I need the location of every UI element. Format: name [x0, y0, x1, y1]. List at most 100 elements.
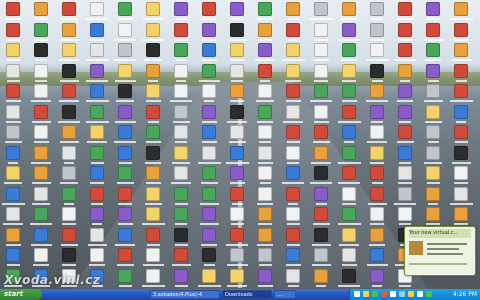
desktop-icon[interactable]: [6, 227, 20, 242]
desktop-icon[interactable]: [370, 166, 384, 180]
desktop-icon[interactable]: [370, 207, 384, 221]
desktop-icon[interactable]: [62, 145, 76, 160]
desktop-icon[interactable]: [202, 186, 216, 201]
desktop-icon[interactable]: [90, 84, 104, 98]
desktop-icon[interactable]: [286, 125, 300, 139]
desktop-icon[interactable]: [146, 43, 160, 57]
desktop-icon[interactable]: [90, 145, 104, 160]
tray-icon[interactable]: [390, 291, 396, 297]
desktop-icon[interactable]: [34, 43, 48, 57]
desktop-icon[interactable]: [342, 227, 356, 242]
tray-icon[interactable]: [408, 291, 414, 297]
desktop-icon[interactable]: [174, 186, 188, 201]
desktop-icon[interactable]: [258, 43, 272, 57]
desktop-icon[interactable]: [90, 227, 104, 242]
desktop-icon[interactable]: [202, 227, 216, 242]
desktop-icon[interactable]: [90, 22, 104, 37]
desktop-icon[interactable]: [258, 186, 272, 201]
desktop-icon[interactable]: [6, 207, 20, 221]
desktop-icon[interactable]: [370, 22, 384, 37]
desktop-icon[interactable]: [62, 227, 76, 242]
desktop-icon[interactable]: [146, 22, 160, 37]
desktop-icon[interactable]: [6, 125, 20, 139]
desktop-icon[interactable]: [258, 248, 272, 262]
desktop-icon[interactable]: [342, 207, 356, 221]
desktop-icon[interactable]: [454, 22, 468, 37]
desktop-icon[interactable]: [118, 22, 132, 37]
desktop-icon[interactable]: [286, 145, 300, 160]
desktop-icon[interactable]: [62, 104, 76, 119]
desktop-icon[interactable]: [90, 63, 104, 78]
desktop-icon[interactable]: [174, 248, 188, 262]
desktop-icon[interactable]: [118, 268, 132, 283]
desktop-icon[interactable]: [90, 104, 104, 119]
desktop-icon[interactable]: [314, 227, 328, 242]
desktop-icon[interactable]: [398, 2, 412, 16]
desktop-icon[interactable]: [34, 227, 48, 242]
desktop-icon[interactable]: [286, 186, 300, 201]
desktop-icon[interactable]: [118, 43, 132, 57]
taskbar-task[interactable]: Downloads: [222, 290, 272, 299]
desktop-icon[interactable]: [174, 227, 188, 242]
desktop-icon[interactable]: [314, 84, 328, 98]
desktop-icon[interactable]: [118, 63, 132, 78]
desktop-icon[interactable]: [62, 125, 76, 139]
desktop-icon[interactable]: [174, 2, 188, 16]
desktop-icon[interactable]: [314, 207, 328, 221]
desktop-icon[interactable]: [230, 207, 244, 221]
desktop-icon[interactable]: [230, 22, 244, 37]
desktop-icon[interactable]: [398, 63, 412, 78]
desktop-icon[interactable]: [286, 63, 300, 78]
desktop-icon[interactable]: [34, 207, 48, 221]
desktop-icon[interactable]: [174, 145, 188, 160]
desktop-icon[interactable]: [342, 84, 356, 98]
tray-icon[interactable]: [381, 291, 387, 297]
desktop-icon[interactable]: [202, 166, 216, 180]
desktop-icon[interactable]: [314, 166, 328, 180]
desktop-icon[interactable]: [370, 63, 384, 78]
desktop-icon[interactable]: [314, 104, 328, 119]
desktop-icon[interactable]: [146, 207, 160, 221]
desktop-icon[interactable]: [258, 207, 272, 221]
desktop-icon[interactable]: [62, 186, 76, 201]
desktop-icon[interactable]: [258, 268, 272, 283]
desktop-icon[interactable]: [426, 104, 440, 119]
desktop-icon[interactable]: [314, 145, 328, 160]
desktop-icon[interactable]: [230, 63, 244, 78]
desktop-icon[interactable]: [146, 186, 160, 201]
desktop-icon[interactable]: [146, 166, 160, 180]
desktop-icon[interactable]: [118, 227, 132, 242]
desktop-icon[interactable]: [202, 43, 216, 57]
desktop-icon[interactable]: [454, 2, 468, 16]
desktop-icon[interactable]: [174, 84, 188, 98]
desktop-icon[interactable]: [6, 248, 20, 262]
desktop-icon[interactable]: [174, 207, 188, 221]
desktop-icon[interactable]: [342, 43, 356, 57]
desktop-icon[interactable]: [230, 84, 244, 98]
desktop-icon[interactable]: [286, 166, 300, 180]
desktop-icon[interactable]: [370, 84, 384, 98]
desktop-icon[interactable]: [398, 104, 412, 119]
desktop-icon[interactable]: [202, 207, 216, 221]
desktop-icon[interactable]: [286, 207, 300, 221]
desktop-icon[interactable]: [370, 268, 384, 283]
desktop-icon[interactable]: [314, 43, 328, 57]
desktop-icon[interactable]: [454, 145, 468, 160]
desktop-icon[interactable]: [118, 125, 132, 139]
tray-icon[interactable]: [399, 291, 405, 297]
desktop-icon[interactable]: [398, 186, 412, 201]
desktop-icon[interactable]: [398, 145, 412, 160]
desktop-icon[interactable]: [230, 104, 244, 119]
desktop-icon[interactable]: [426, 145, 440, 160]
desktop-icon[interactable]: [34, 2, 48, 16]
desktop-icon[interactable]: [230, 2, 244, 16]
desktop-icon[interactable]: [426, 207, 440, 221]
desktop-icon[interactable]: [146, 2, 160, 16]
desktop-icon[interactable]: [202, 2, 216, 16]
desktop-icon[interactable]: [258, 63, 272, 78]
desktop-icon[interactable]: [342, 22, 356, 37]
desktop-icon[interactable]: [398, 43, 412, 57]
desktop-icon[interactable]: [90, 43, 104, 57]
desktop-icon[interactable]: [342, 166, 356, 180]
desktop-icon[interactable]: [146, 104, 160, 119]
